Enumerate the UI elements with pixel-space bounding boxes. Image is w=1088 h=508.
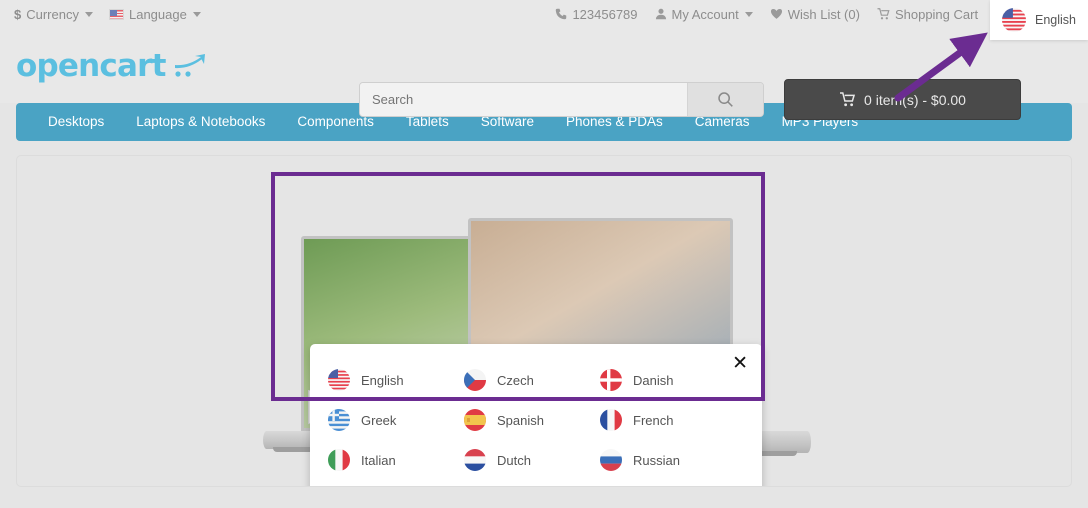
language-option-czech[interactable]: Czech — [464, 368, 600, 392]
language-tooltip-label: English — [1035, 13, 1076, 27]
gr-flag-icon — [328, 409, 350, 431]
search-bar — [359, 82, 764, 117]
chevron-down-icon — [744, 11, 753, 17]
dk-flag-icon — [600, 369, 622, 391]
user-icon — [655, 8, 666, 20]
cart-icon — [877, 8, 890, 20]
shopping-cart-link[interactable]: Shopping Cart — [877, 7, 978, 22]
us-flag-icon — [1002, 8, 1026, 32]
language-option-italian[interactable]: Italian — [328, 448, 464, 472]
phone-text: 123456789 — [572, 6, 638, 22]
fr-flag-icon — [600, 409, 622, 431]
language-tooltip-popup[interactable]: English — [990, 0, 1088, 40]
language-option-label: Dutch — [497, 452, 531, 468]
shopping-cart-label: Shopping Cart — [894, 6, 979, 22]
cart-icon — [840, 92, 856, 107]
nav-item-laptops-notebooks[interactable]: Laptops & Notebooks — [120, 103, 281, 141]
ru-flag-icon — [600, 449, 622, 471]
wish-list-label: Wish List (0) — [787, 6, 860, 22]
currency-label: Currency — [26, 6, 79, 22]
cart-total-label: 0 item(s) - $0.00 — [864, 91, 966, 108]
language-option-label: Greek — [361, 412, 397, 428]
language-option-dutch[interactable]: Dutch — [464, 448, 600, 472]
nl-flag-icon — [464, 449, 486, 471]
language-option-english[interactable]: English — [328, 368, 464, 392]
language-modal: ✕ English Czech Danish Greek Spanish Fre… — [310, 344, 762, 486]
language-option-label: Italian — [361, 452, 396, 468]
top-utility-bar: $ Currency Language 123456789 My Account — [0, 0, 1088, 28]
language-option-spanish[interactable]: Spanish — [464, 408, 600, 432]
language-selector[interactable]: Language — [108, 6, 201, 22]
nav-item-desktops[interactable]: Desktops — [32, 103, 120, 141]
language-option-danish[interactable]: Danish — [600, 368, 736, 392]
language-option-russian[interactable]: Russian — [600, 448, 736, 472]
language-option-label: Spanish — [497, 412, 544, 428]
currency-selector[interactable]: $ Currency — [14, 7, 93, 22]
logo-text: opencart — [16, 47, 166, 84]
language-option-label: Danish — [633, 372, 674, 388]
phone-icon — [556, 8, 567, 20]
language-option-label: French — [633, 412, 674, 428]
site-header: opencart 0 item(s) - $0.00 — [0, 28, 1088, 120]
language-option-french[interactable]: French — [600, 408, 736, 432]
language-option-label: Russian — [633, 452, 680, 468]
us-flag-icon — [108, 8, 124, 20]
chevron-down-icon — [192, 11, 201, 17]
logo-cart-icon — [171, 51, 211, 81]
cz-flag-icon — [464, 369, 486, 391]
phone-number[interactable]: 123456789 — [555, 6, 638, 22]
content-panel: MacBook Air MacBook Air ✕ — [16, 155, 1072, 487]
my-account-menu[interactable]: My Account — [655, 7, 753, 22]
language-option-label: English — [361, 372, 404, 388]
it-flag-icon — [328, 449, 350, 471]
search-input[interactable] — [360, 83, 687, 116]
wish-list-link[interactable]: Wish List (0) — [770, 7, 860, 22]
dollar-icon: $ — [14, 6, 22, 22]
es-flag-icon — [464, 409, 486, 431]
language-label: Language — [128, 6, 187, 22]
search-button[interactable] — [687, 83, 763, 116]
site-logo[interactable]: opencart — [16, 48, 211, 84]
my-account-label: My Account — [671, 6, 739, 22]
heart-icon — [770, 9, 782, 19]
chevron-down-icon — [84, 11, 93, 17]
language-option-label: Czech — [497, 372, 534, 388]
language-option-greek[interactable]: Greek — [328, 408, 464, 432]
language-list: English Czech Danish Greek Spanish Frenc… — [328, 368, 748, 486]
us-flag-icon — [328, 369, 350, 391]
search-icon — [718, 92, 733, 107]
topbar-left-group: $ Currency Language — [14, 7, 201, 22]
cart-total-button[interactable]: 0 item(s) - $0.00 — [784, 79, 1021, 120]
